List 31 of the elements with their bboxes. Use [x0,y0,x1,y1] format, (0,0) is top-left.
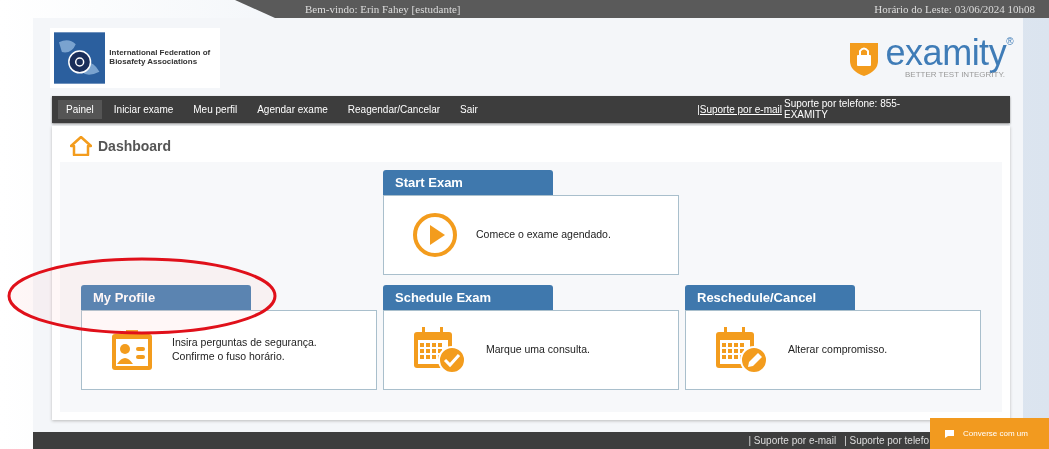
nav-item[interactable]: Reagendar/Cancelar [339,100,449,119]
home-icon [70,136,92,156]
id-card-icon [110,328,154,372]
card-text: Comece o exame agendado. [476,228,611,242]
footer-link[interactable]: | Suporte por e-mail [748,435,837,446]
nav-item[interactable]: Painel [58,100,102,119]
card-body[interactable]: Alterar compromisso. [685,310,981,390]
card-body[interactable]: Insira perguntas de segurança. Confirme o fuso horário. [81,310,377,390]
nav-item[interactable]: Iniciar exame [105,100,182,119]
nav-item[interactable]: Agendar exame [249,100,336,119]
card-tab[interactable]: My Profile [81,285,251,310]
speech-bubble-icon [944,428,955,439]
phone-support-text: Suporte por telefone: 855-EXAMITY [784,99,902,120]
card-text: Marque uma consulta. [486,343,590,357]
card-body[interactable]: Marque uma consulta. [383,310,679,390]
play-icon [412,212,458,258]
footer-link[interactable]: | Suporte por telefo [844,435,929,446]
card-tab[interactable]: Reschedule/Cancel [685,285,855,310]
card-text: Insira perguntas de segurança. Confirme o fuso horário. [172,336,317,364]
card-text: Alterar compromisso. [788,343,888,357]
card-body[interactable]: Comece o exame agendado. [383,195,679,275]
time-text: Horário do Leste: 03/06/2024 10h08 [874,3,1035,15]
organization-name: International Federation of Biosafety Associations [109,49,212,67]
globe-biohazard-icon [54,32,106,84]
nav-item[interactable]: Meu perfil [185,100,246,119]
page-title: Dashboard [98,138,172,154]
welcome-text: Bem-vindo: Erin Fahey [estudante] [305,3,461,15]
email-support-link[interactable]: |Suporte por e-mail [697,104,782,115]
card-tab[interactable]: Schedule Exam [383,285,553,310]
card-tab[interactable]: Start Exam [383,170,553,195]
nav-item[interactable]: Sair [452,100,486,119]
